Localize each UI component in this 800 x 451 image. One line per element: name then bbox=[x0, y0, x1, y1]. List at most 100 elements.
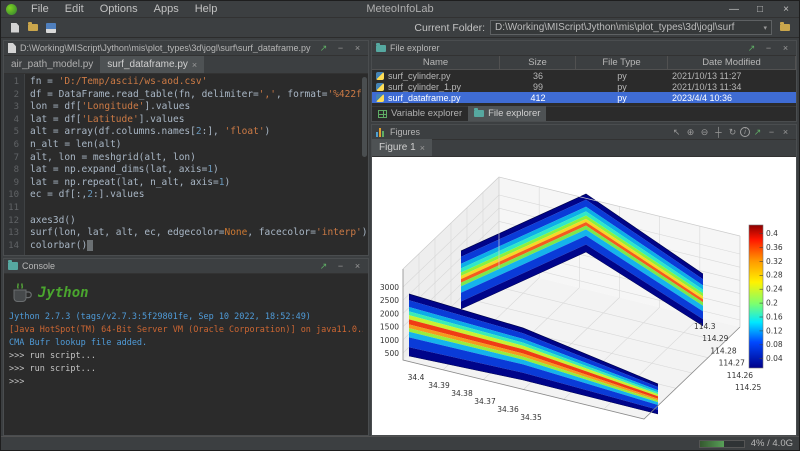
file-row[interactable]: surf_cylinder_1.py99py2021/10/13 11:34 bbox=[372, 81, 796, 92]
tab-label: surf_dataframe.py bbox=[107, 59, 188, 70]
svg-text:3000: 3000 bbox=[380, 283, 399, 292]
explorer-minimize-icon[interactable]: − bbox=[762, 43, 775, 53]
tab-close-icon[interactable]: × bbox=[192, 60, 197, 70]
zoom-in-icon[interactable]: ⊕ bbox=[684, 127, 697, 138]
save-icon bbox=[46, 23, 56, 33]
svg-text:0.16: 0.16 bbox=[766, 312, 783, 321]
svg-text:500: 500 bbox=[385, 349, 400, 358]
main-toolbar: Current Folder: D:\Working\MIScript\Jyth… bbox=[1, 18, 799, 38]
editor-tab-bar: air_path_model.py surf_dataframe.py × bbox=[4, 56, 368, 74]
save-button[interactable] bbox=[42, 20, 60, 36]
line-number: 14 bbox=[4, 240, 24, 253]
line-number: 10 bbox=[4, 189, 24, 202]
tab-file-explorer[interactable]: File explorer bbox=[468, 106, 546, 121]
tab-label: Figure 1 bbox=[379, 142, 416, 153]
console-float-icon[interactable]: ↗ bbox=[317, 261, 330, 272]
figure-toolbar: ↖ ⊕ ⊖ ┼ ↻ i ↗ − × bbox=[670, 127, 792, 138]
svg-text:0.04: 0.04 bbox=[766, 354, 783, 363]
svg-text:2000: 2000 bbox=[380, 309, 399, 318]
new-file-icon bbox=[11, 23, 19, 33]
menu-apps[interactable]: Apps bbox=[146, 1, 187, 17]
column-header-size[interactable]: Size bbox=[500, 56, 576, 69]
browse-folder-icon bbox=[780, 24, 790, 31]
close-button[interactable]: × bbox=[773, 4, 799, 15]
menu-file[interactable]: File bbox=[23, 1, 57, 17]
editor-panel: D:\Working\MIScript\Jython\mis\plot_type… bbox=[3, 40, 369, 256]
figures-icon bbox=[376, 128, 386, 137]
zoom-out-icon[interactable]: ⊖ bbox=[698, 127, 711, 138]
svg-text:2500: 2500 bbox=[380, 296, 399, 305]
figures-title: Figures bbox=[390, 127, 666, 137]
svg-text:114.3: 114.3 bbox=[694, 322, 716, 331]
console-close-icon[interactable]: × bbox=[351, 261, 364, 271]
minimize-button[interactable]: — bbox=[721, 4, 747, 15]
tab-surf-dataframe[interactable]: surf_dataframe.py × bbox=[100, 56, 204, 73]
code-line: 1fn = 'D:/Temp/ascii/ws-aod.csv' bbox=[4, 76, 368, 89]
tab-label: File explorer bbox=[488, 108, 540, 119]
pan-icon[interactable]: ┼ bbox=[712, 127, 725, 137]
figures-minimize-icon[interactable]: − bbox=[765, 127, 778, 137]
figures-panel: Figures ↖ ⊕ ⊖ ┼ ↻ i ↗ − × Figure 1 × bbox=[371, 124, 797, 436]
menu-options[interactable]: Options bbox=[92, 1, 146, 17]
current-folder-path: D:\Working\MIScript\Jython\mis\plot_type… bbox=[495, 22, 760, 33]
explorer-close-icon[interactable]: × bbox=[779, 43, 792, 53]
file-table: surf_cylinder.py36py2021/10/13 11:27surf… bbox=[372, 70, 796, 106]
column-header-date-modified[interactable]: Date Modified bbox=[668, 56, 796, 69]
window-controls: — □ × bbox=[721, 4, 799, 15]
line-number: 4 bbox=[4, 114, 24, 127]
info-icon[interactable]: i bbox=[740, 127, 750, 137]
editor-minimize-icon[interactable]: − bbox=[334, 43, 347, 53]
menu-edit[interactable]: Edit bbox=[57, 1, 92, 17]
svg-text:114.25: 114.25 bbox=[735, 383, 761, 392]
console-line: CMA Bufr lookup file added. bbox=[9, 337, 363, 350]
column-header-file-type[interactable]: File Type bbox=[576, 56, 668, 69]
new-file-button[interactable] bbox=[6, 20, 24, 36]
console-output[interactable]: Jython Jython 2.7.3 (tags/v2.7.3:5f29801… bbox=[4, 274, 368, 435]
code-line: 6n_alt = len(alt) bbox=[4, 139, 368, 152]
file-row[interactable]: surf_cylinder.py36py2021/10/13 11:27 bbox=[372, 70, 796, 81]
console-minimize-icon[interactable]: − bbox=[334, 261, 347, 271]
code-line: 7alt, lon = meshgrid(alt, lon) bbox=[4, 152, 368, 165]
file-explorer-icon bbox=[376, 45, 386, 52]
editor-close-icon[interactable]: × bbox=[351, 43, 364, 53]
console-line: >>> run script... bbox=[9, 350, 363, 363]
tab-figure-1[interactable]: Figure 1 × bbox=[372, 139, 432, 156]
svg-text:114.28: 114.28 bbox=[710, 346, 736, 355]
svg-text:0.24: 0.24 bbox=[766, 285, 783, 294]
line-number: 1 bbox=[4, 76, 24, 89]
figure-close-icon[interactable]: × bbox=[420, 143, 425, 153]
figure-canvas[interactable]: 3000250020001500100050034.434.3934.3834.… bbox=[372, 157, 796, 435]
file-table-header: NameSizeFile TypeDate Modified bbox=[372, 56, 796, 70]
rotate-icon[interactable]: ↻ bbox=[726, 127, 739, 138]
select-tool-icon[interactable]: ↖ bbox=[670, 127, 683, 138]
figures-float-icon[interactable]: ↗ bbox=[751, 127, 764, 138]
line-number: 7 bbox=[4, 152, 24, 165]
open-file-button[interactable] bbox=[24, 20, 42, 36]
browse-folder-button[interactable] bbox=[776, 20, 794, 36]
scrollbar-thumb[interactable] bbox=[362, 77, 367, 157]
figure-tab-bar: Figure 1 × bbox=[372, 140, 796, 157]
tab-label: Variable explorer bbox=[391, 108, 462, 119]
tab-variable-explorer[interactable]: Variable explorer bbox=[372, 106, 468, 121]
meteoinfolab-window: File Edit Options Apps Help MeteoInfoLab… bbox=[0, 0, 800, 451]
explorer-float-icon[interactable]: ↗ bbox=[745, 43, 758, 54]
line-number: 11 bbox=[4, 202, 24, 215]
editor-float-icon[interactable]: ↗ bbox=[317, 43, 330, 54]
maximize-button[interactable]: □ bbox=[747, 4, 773, 15]
editor-scrollbar[interactable] bbox=[361, 74, 368, 255]
svg-text:0.2: 0.2 bbox=[766, 299, 778, 308]
code-editor[interactable]: 1fn = 'D:/Temp/ascii/ws-aod.csv'2df = Da… bbox=[4, 74, 368, 255]
column-header-name[interactable]: Name bbox=[372, 56, 500, 69]
svg-text:0.36: 0.36 bbox=[766, 243, 783, 252]
tab-air-path-model[interactable]: air_path_model.py bbox=[4, 56, 100, 73]
svg-text:0.4: 0.4 bbox=[766, 229, 778, 238]
surface-3d-plot: 3000250020001500100050034.434.3934.3834.… bbox=[372, 157, 796, 435]
figures-close-icon[interactable]: × bbox=[779, 127, 792, 137]
console-line: [Java HotSpot(TM) 64-Bit Server VM (Orac… bbox=[9, 324, 363, 337]
editor-panel-header: D:\Working\MIScript\Jython\mis\plot_type… bbox=[4, 41, 368, 56]
line-number: 2 bbox=[4, 89, 24, 102]
file-row[interactable]: surf_dataframe.py412py2023/4/4 10:36 bbox=[372, 92, 796, 103]
open-folder-icon bbox=[28, 24, 38, 31]
menu-help[interactable]: Help bbox=[187, 1, 226, 17]
current-folder-combo[interactable]: D:\Working\MIScript\Jython\mis\plot_type… bbox=[490, 20, 772, 35]
